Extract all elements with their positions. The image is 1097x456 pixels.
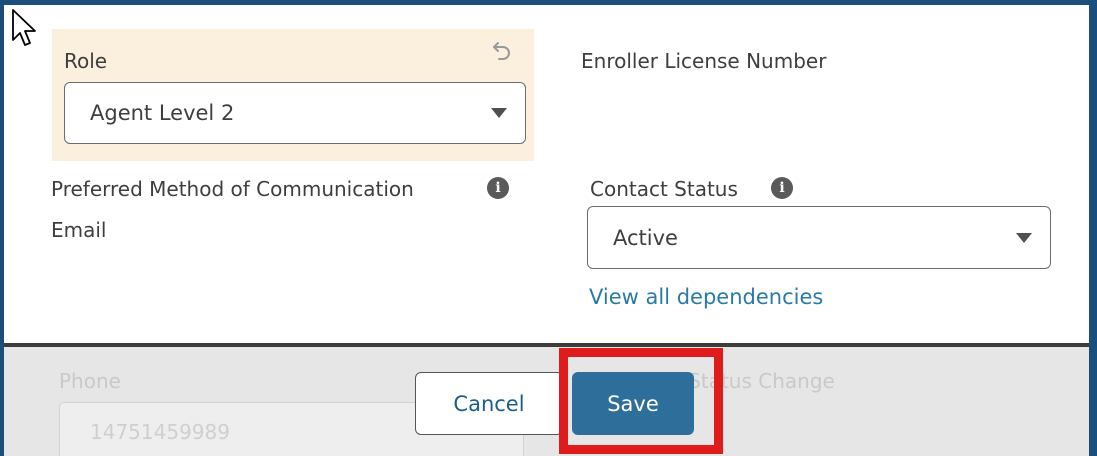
communication-label: Preferred Method of Communication: [51, 177, 414, 201]
undo-icon[interactable]: [490, 39, 514, 63]
info-icon[interactable]: i: [487, 177, 509, 199]
chevron-down-icon: [1016, 232, 1032, 243]
chevron-down-icon: [491, 108, 507, 118]
enroller-license-label: Enroller License Number: [581, 49, 827, 73]
mouse-pointer-icon: [12, 9, 36, 46]
role-field-section: Role Agent Level 2: [52, 29, 534, 161]
contact-status-select[interactable]: Active: [587, 206, 1051, 269]
info-icon[interactable]: i: [771, 177, 793, 199]
contact-status-label: Contact Status: [590, 177, 738, 201]
view-dependencies-link[interactable]: View all dependencies: [589, 285, 823, 309]
communication-value: Email: [51, 218, 107, 242]
role-select-value: Agent Level 2: [90, 101, 235, 125]
edit-contact-panel: Role Agent Level 2 Enroller License Numb…: [0, 0, 1097, 456]
phone-label: Phone: [59, 369, 121, 393]
cancel-button-label: Cancel: [453, 391, 525, 416]
phone-value: 14751459989: [90, 420, 230, 444]
modal-footer: Phone 14751459989 Contact Status Change …: [4, 347, 1089, 456]
annotation-highlight-box: [559, 348, 723, 454]
role-label: Role: [64, 49, 108, 73]
cancel-button[interactable]: Cancel: [415, 372, 563, 435]
role-select[interactable]: Agent Level 2: [64, 82, 526, 144]
contact-status-select-value: Active: [613, 225, 678, 250]
